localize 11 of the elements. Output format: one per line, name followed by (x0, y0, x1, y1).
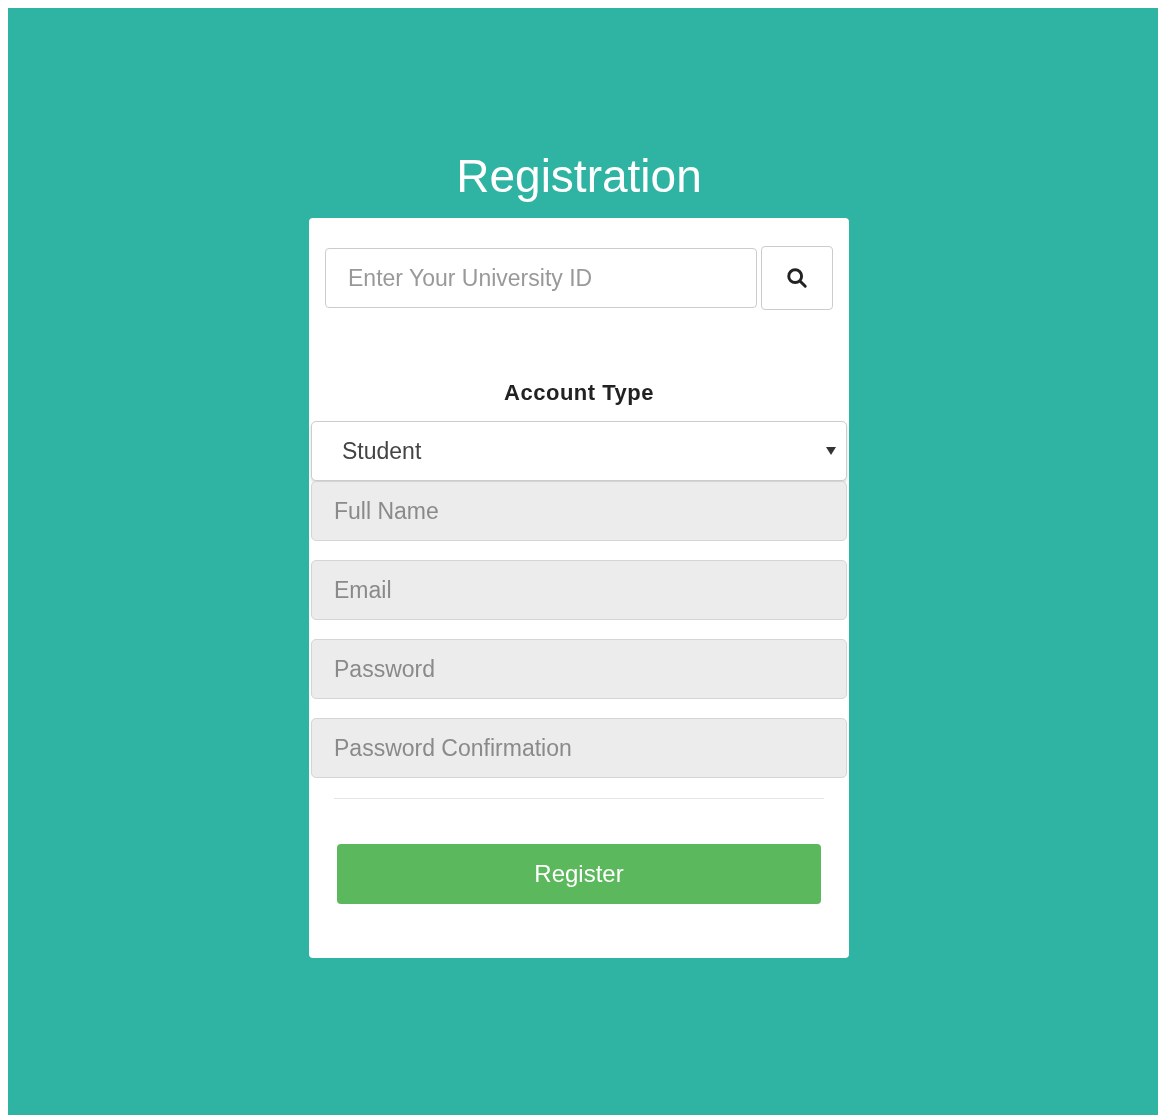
account-type-select[interactable]: Student (311, 421, 847, 481)
form-field[interactable]: Password Confirmation (311, 718, 847, 778)
caret-icon (826, 447, 836, 455)
form-field[interactable]: Email (311, 560, 847, 620)
page-title: Registration (456, 149, 702, 204)
form-field[interactable]: Full Name (311, 481, 847, 541)
university-id-field[interactable]: Enter Your University ID (325, 248, 757, 308)
search-button[interactable] (761, 246, 833, 310)
form-field[interactable]: Password (311, 639, 847, 699)
account-type-label: Account Type (504, 379, 654, 407)
search-icon (786, 267, 808, 289)
